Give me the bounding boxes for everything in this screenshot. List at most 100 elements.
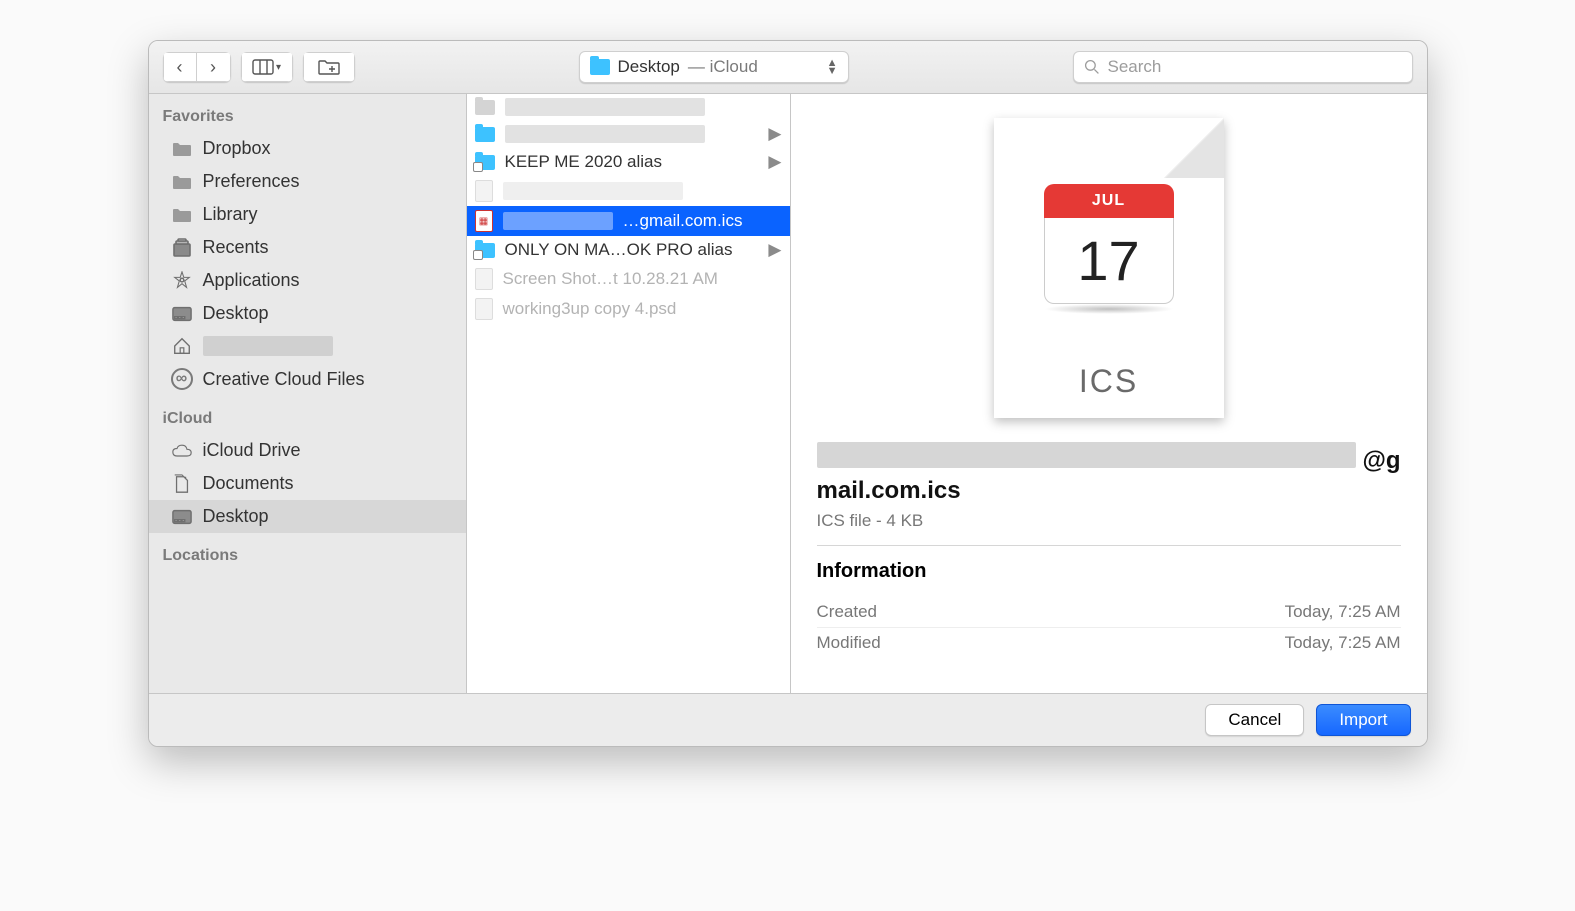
cal-day: 17 [1077, 228, 1139, 293]
file-row-selected[interactable]: ▦ …gmail.com.ics [467, 206, 790, 236]
modified-row: Modified Today, 7:25 AM [817, 627, 1401, 658]
folder-icon [171, 140, 193, 158]
folder-alias-icon [475, 243, 495, 258]
desktop-icon [171, 508, 193, 526]
file-row[interactable]: working3up copy 4.psd [467, 294, 790, 324]
location-suffix: — iCloud [688, 57, 758, 77]
page-fold-icon [1164, 118, 1224, 178]
sidebar-item-library[interactable]: Library [149, 198, 466, 231]
redacted-filename-prefix [503, 212, 613, 230]
folder-icon [475, 100, 495, 115]
sidebar-label: Desktop [203, 303, 269, 324]
folder-icon [590, 59, 610, 75]
open-panel: ‹ › ▾ Desktop — iCloud ▲▼ [148, 40, 1428, 747]
information-header: Information [817, 560, 1401, 583]
sidebar-item-desktop-icloud[interactable]: Desktop [149, 500, 466, 533]
folder-icon [171, 173, 193, 191]
psd-file-icon [475, 298, 493, 320]
file-title: mail.com.ics [817, 477, 1401, 505]
search-input[interactable] [1106, 56, 1402, 78]
sidebar-label: iCloud Drive [203, 440, 301, 461]
divider [817, 545, 1401, 546]
ics-file-icon: ▦ [475, 210, 493, 232]
modified-value: Today, 7:25 AM [1285, 633, 1401, 653]
file-subtitle: ICS file - 4 KB [817, 511, 1401, 531]
cancel-button[interactable]: Cancel [1205, 704, 1304, 736]
created-label: Created [817, 602, 877, 622]
view-mode[interactable]: ▾ [241, 52, 293, 82]
sidebar-label: Dropbox [203, 138, 271, 159]
filename: …gmail.com.ics [623, 211, 743, 231]
image-file-icon [475, 268, 493, 290]
sidebar-section-icloud: iCloud [149, 396, 466, 434]
sidebar-label: Preferences [203, 171, 300, 192]
caret-down-icon: ▾ [276, 62, 281, 73]
filename: KEEP ME 2020 alias [505, 152, 663, 172]
filename: working3up copy 4.psd [503, 299, 677, 319]
chevron-left-icon: ‹ [177, 57, 183, 78]
file-row[interactable] [467, 94, 790, 120]
filename: Screen Shot…t 10.28.21 AM [503, 269, 718, 289]
file-row[interactable]: ▶ [467, 120, 790, 148]
file-row[interactable]: ONLY ON MA…OK PRO alias ▶ [467, 236, 790, 264]
footer: Cancel Import [149, 694, 1427, 746]
recents-icon [171, 239, 193, 257]
disclosure-arrow-icon: ▶ [768, 124, 781, 144]
sidebar-item-documents[interactable]: Documents [149, 467, 466, 500]
sidebar-item-icloud-drive[interactable]: iCloud Drive [149, 434, 466, 467]
modified-label: Modified [817, 633, 881, 653]
sidebar-item-recents[interactable]: Recents [149, 231, 466, 264]
import-button[interactable]: Import [1316, 704, 1410, 736]
redacted-filename [503, 182, 683, 200]
file-row[interactable] [467, 176, 790, 206]
sidebar-label: Applications [203, 270, 300, 291]
home-icon [171, 337, 193, 355]
applications-icon [171, 272, 193, 290]
sidebar-item-desktop-fav[interactable]: Desktop [149, 297, 466, 330]
sidebar-item-applications[interactable]: Applications [149, 264, 466, 297]
disclosure-arrow-icon: ▶ [768, 240, 781, 260]
sidebar-item-dropbox[interactable]: Dropbox [149, 132, 466, 165]
back-button[interactable]: ‹ [163, 52, 197, 82]
file-list: ▶ KEEP ME 2020 alias ▶ ▦ …gmail.com.ics … [467, 94, 791, 693]
cloud-icon [171, 442, 193, 460]
columns-view-button[interactable]: ▾ [241, 52, 293, 82]
redacted-label [203, 336, 333, 356]
redacted-filename [505, 98, 705, 116]
sidebar-item-home[interactable] [149, 330, 466, 362]
sidebar-item-cc-files[interactable]: ∞ Creative Cloud Files [149, 362, 466, 396]
preview-pane: JUL 17 ICS @g mail.com.ics ICS file - 4 … [791, 94, 1427, 693]
location-popup[interactable]: Desktop — iCloud ▲▼ [579, 51, 849, 83]
location-name: Desktop [618, 57, 680, 77]
file-row[interactable]: Screen Shot…t 10.28.21 AM [467, 264, 790, 294]
columns-icon [252, 59, 274, 75]
file-row[interactable]: KEEP ME 2020 alias ▶ [467, 148, 790, 176]
sidebar-label: Library [203, 204, 258, 225]
sidebar-section-favorites: Favorites [149, 94, 466, 132]
new-folder-button[interactable] [303, 52, 355, 82]
created-value: Today, 7:25 AM [1285, 602, 1401, 622]
sidebar-section-locations: Locations [149, 533, 466, 571]
updown-icon: ▲▼ [827, 59, 838, 75]
filename: ONLY ON MA…OK PRO alias [505, 240, 733, 260]
sidebar-label: Recents [203, 237, 269, 258]
search-icon [1084, 59, 1100, 75]
search-field[interactable] [1073, 51, 1413, 83]
created-row: Created Today, 7:25 AM [817, 597, 1401, 627]
forward-button[interactable]: › [197, 52, 231, 82]
documents-icon [171, 475, 193, 493]
nav-buttons: ‹ › [163, 52, 231, 82]
folder-alias-icon [475, 155, 495, 170]
chevron-right-icon: › [210, 57, 216, 78]
folder-plus-icon [318, 59, 340, 75]
panel-body: Favorites Dropbox Preferences Library Re… [149, 94, 1427, 694]
toolbar: ‹ › ▾ Desktop — iCloud ▲▼ [149, 41, 1427, 94]
file-thumbnail: JUL 17 ICS [994, 118, 1224, 418]
file-dim-icon [475, 180, 493, 202]
calendar-icon: JUL 17 [1044, 184, 1174, 314]
sidebar-item-preferences[interactable]: Preferences [149, 165, 466, 198]
redacted-title-prefix [817, 442, 1357, 468]
title-suffix: @g [1362, 447, 1400, 475]
sidebar: Favorites Dropbox Preferences Library Re… [149, 94, 467, 693]
redacted-filename [505, 125, 705, 143]
